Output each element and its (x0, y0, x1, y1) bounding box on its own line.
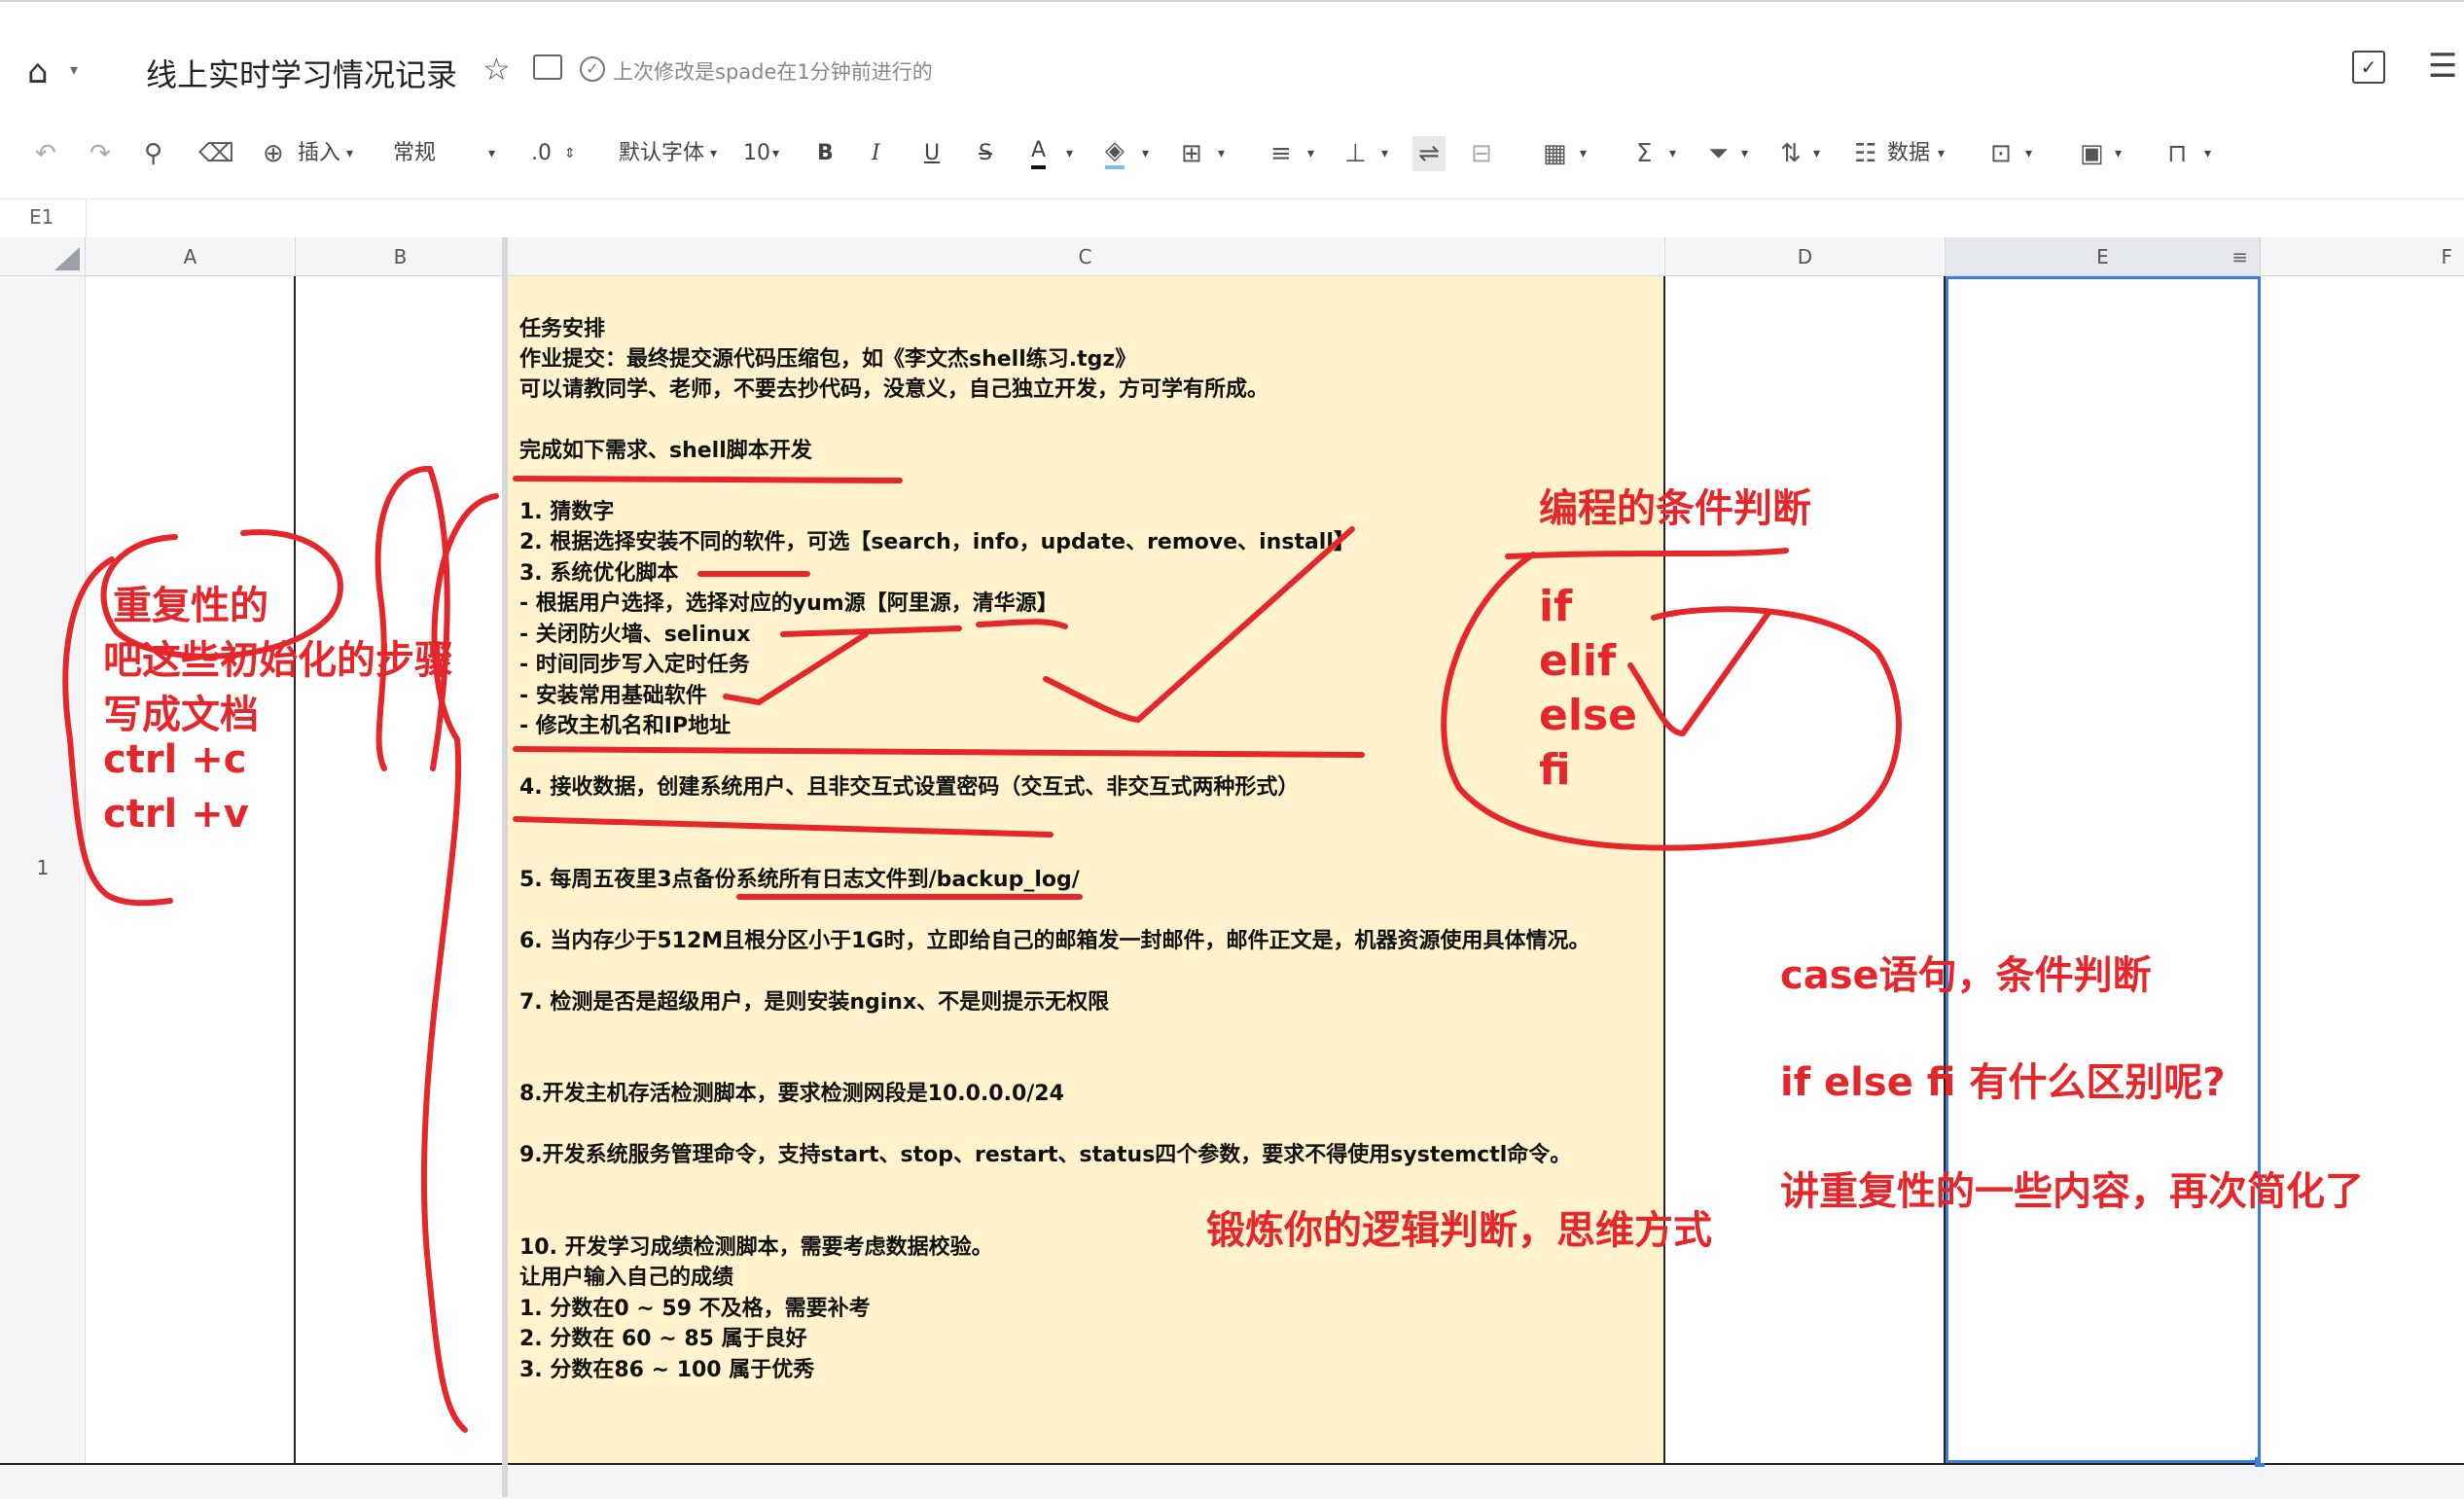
underline-3 (780, 625, 962, 637)
note-cond-title: 编程的条件判断 (1539, 486, 1811, 531)
note-logic: 锻炼你的逻辑判断，思维方式 (1206, 1208, 1712, 1253)
note-simplify: 讲重复性的一些内容，再次简化了 (1780, 1169, 2364, 1214)
note-case: case语句，条件判断 (1780, 953, 2152, 998)
checkmark-keywords (1627, 610, 1771, 736)
note-ctrl-v: ctrl +v (103, 792, 249, 837)
underline-4 (976, 619, 1068, 629)
annotation-strokes (62, 465, 1902, 1433)
underline-6 (513, 816, 1053, 838)
brace-stroke-1 (375, 465, 433, 771)
keyword-fi: fi (1539, 745, 1571, 795)
underline-cond (1505, 548, 1789, 559)
note-write-doc: 写成文档 (103, 693, 259, 737)
note-difference: if else fi 有什么区别呢? (1780, 1060, 2226, 1105)
underline-1 (513, 476, 903, 483)
circle-keywords (1441, 552, 1902, 851)
checkmark-small (723, 631, 869, 705)
keyword-else: else (1539, 691, 1637, 740)
note-init-steps: 吧这些初始化的步骤 (103, 638, 453, 683)
checkmark-large (1043, 526, 1355, 723)
keyword-if: if (1539, 582, 1573, 631)
note-ctrl-c: ctrl +c (103, 737, 247, 782)
keyword-elif: elif (1539, 636, 1617, 686)
note-repetitive: 重复性的 (113, 584, 268, 628)
underline-5 (513, 746, 1365, 758)
